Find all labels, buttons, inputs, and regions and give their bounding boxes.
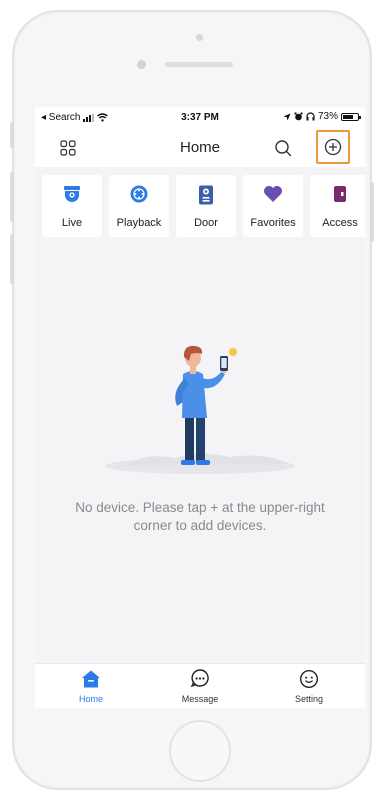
setting-icon	[299, 669, 319, 689]
headphones-icon	[306, 112, 315, 121]
heart-icon	[264, 186, 282, 202]
volume-down-button	[10, 234, 14, 284]
quick-action-access[interactable]: Access	[310, 175, 365, 237]
door-icon	[199, 185, 213, 205]
earpiece-speaker	[165, 62, 233, 67]
quick-action-label: Playback	[116, 217, 162, 229]
proximity-sensor	[137, 60, 146, 69]
home-hardware-button[interactable]	[169, 720, 231, 782]
quick-action-label: Favorites	[250, 217, 296, 229]
tab-label: Home	[78, 694, 103, 704]
tab-setting[interactable]: Setting	[269, 669, 349, 704]
quick-action-favorites[interactable]: Favorites	[243, 175, 303, 237]
app-screen: ◂ Search 3:37 PM 73% Home Live Playback …	[35, 107, 365, 708]
quick-action-door[interactable]: Door	[176, 175, 236, 237]
empty-state-illustration	[105, 345, 295, 474]
quick-action-label: Door	[194, 217, 218, 229]
battery-percent: 73%	[317, 111, 338, 122]
quick-action-live[interactable]: Live	[42, 175, 102, 237]
volume-up-button	[10, 172, 14, 222]
search-icon[interactable]	[274, 139, 292, 157]
top-navigation-bar: Home	[35, 127, 365, 167]
quick-action-label: Access	[322, 217, 358, 229]
front-camera	[196, 34, 203, 41]
quick-action-playback[interactable]: Playback	[109, 175, 169, 237]
playback-icon	[130, 185, 148, 203]
add-device-button[interactable]	[316, 130, 350, 164]
tab-label: Message	[181, 694, 219, 704]
plus-circle-icon	[324, 138, 342, 156]
bottom-tab-bar: Home Message Setting	[35, 663, 365, 708]
quick-action-label: Live	[61, 217, 83, 229]
battery-level	[343, 114, 353, 119]
tab-home[interactable]: Home	[51, 669, 131, 704]
status-bar: ◂ Search 3:37 PM 73%	[35, 107, 365, 127]
tab-label: Setting	[294, 694, 324, 704]
empty-state-message: No device. Please tap + at the upper-rig…	[75, 500, 325, 533]
location-arrow-icon	[283, 113, 291, 120]
camera-icon	[64, 186, 80, 202]
power-button	[370, 182, 374, 242]
mute-switch	[10, 122, 14, 148]
battery-icon	[341, 112, 361, 121]
alarm-clock-icon	[294, 112, 303, 121]
message-icon	[190, 669, 209, 688]
home-icon	[82, 670, 100, 688]
tab-message[interactable]: Message	[160, 669, 240, 704]
access-icon	[334, 186, 346, 202]
quick-actions-row: Live Playback Door Favorites Access	[35, 175, 365, 239]
